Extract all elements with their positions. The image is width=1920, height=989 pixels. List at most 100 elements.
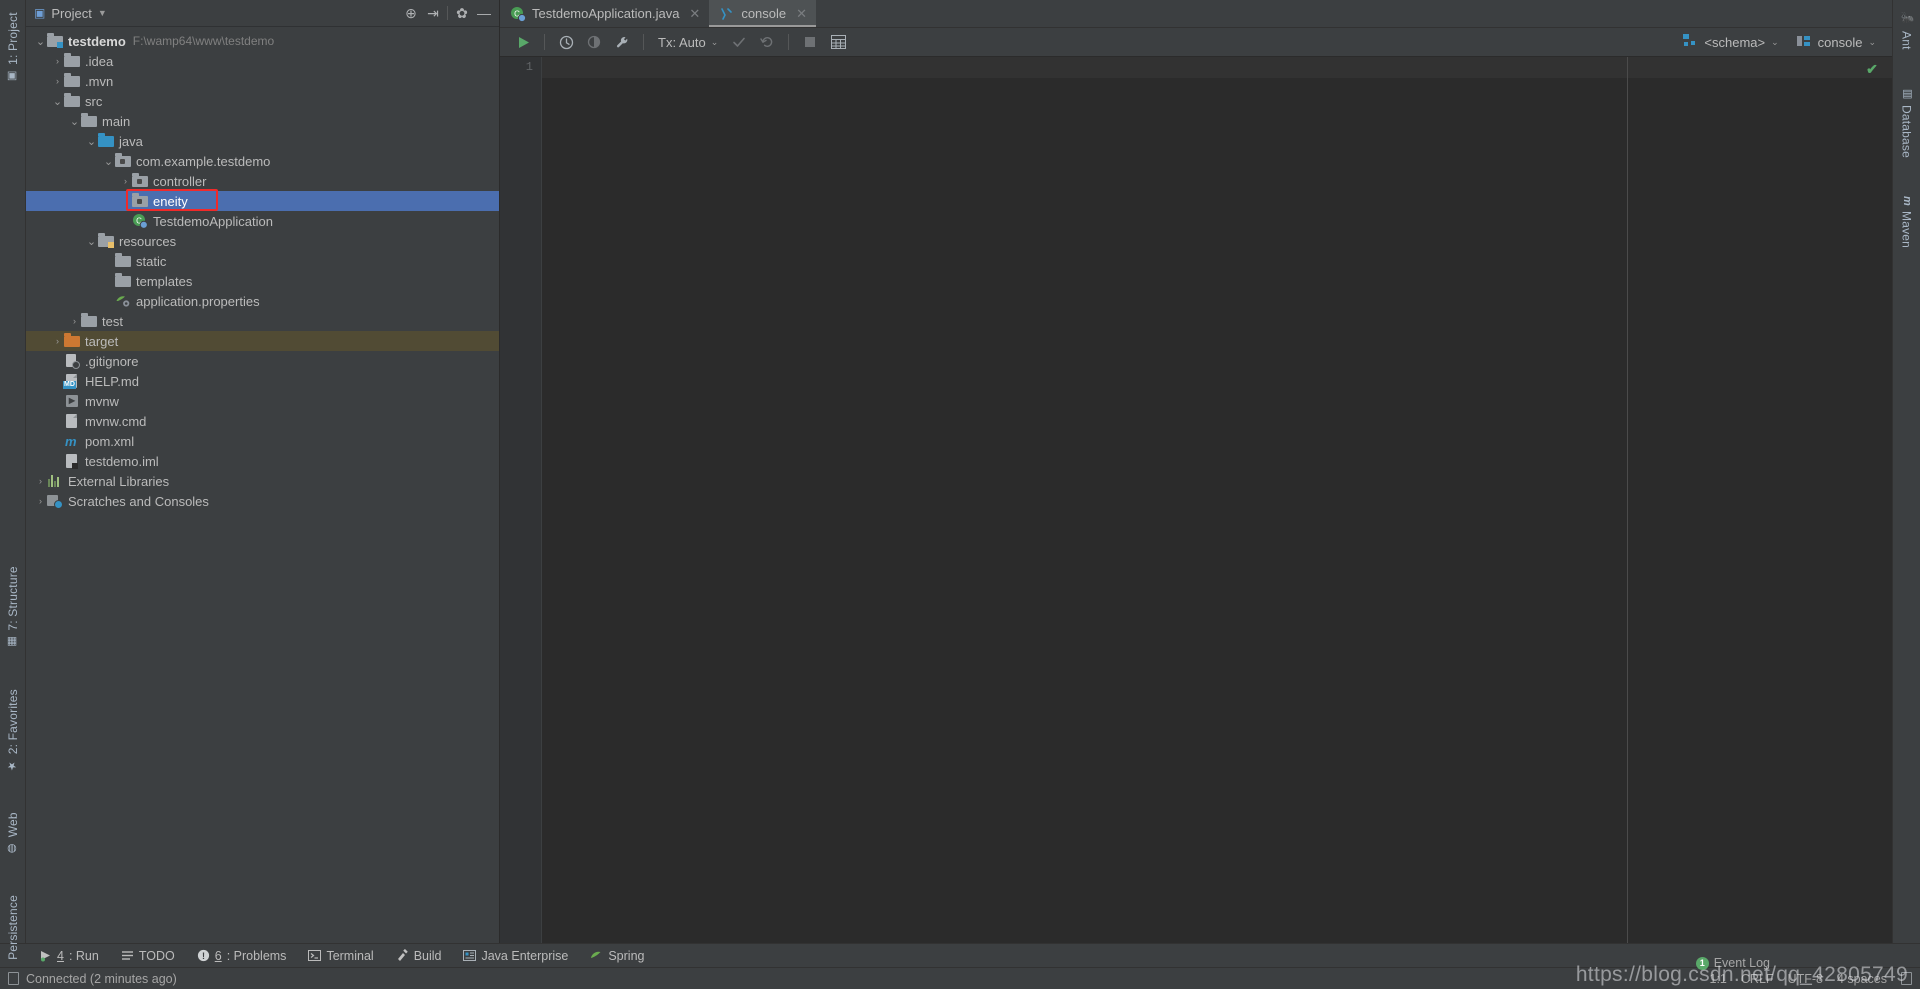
project-tool-window: ▣ Project ▼ ⊕ ⇥ ✿ — ⌄ testdemo F:\wamp64\w… [26,0,500,943]
tree-node-mvn[interactable]: › .mvn [26,71,499,91]
encoding[interactable]: UTF-8 [1788,972,1823,986]
tool-window-button-terminal[interactable]: Terminal [297,945,384,967]
sidebar-item-ant[interactable]: 🐜 Ant [1900,6,1914,55]
tree-node-mvnw[interactable]: ▶ mvnw [26,391,499,411]
sidebar-item-structure[interactable]: ▦ 7: Structure [6,560,20,655]
chevron-down-icon[interactable]: ⌄ [102,155,115,168]
sidebar-label-web: Web [6,811,20,837]
tree-node-test[interactable]: › test [26,311,499,331]
tree-node-label: testdemo [68,33,126,49]
tool-window-button-todo[interactable]: TODO [110,945,186,967]
stop-button[interactable] [797,30,823,54]
tree-node--gitignore[interactable]: .gitignore [26,351,499,371]
tab-console[interactable]: console ✕ [709,0,817,27]
folder-icon [64,93,80,109]
tree-node-src[interactable]: ⌄ src [26,91,499,111]
tree-node-external-libraries[interactable]: › External Libraries [26,471,499,491]
transaction-mode-dropdown[interactable]: Tx: Auto ⌄ [652,35,724,50]
hide-icon[interactable]: — [473,3,495,24]
chevron-down-icon[interactable]: ⌄ [85,235,98,248]
tree-node-eneity[interactable]: eneity [26,191,499,211]
history-icon[interactable] [553,30,579,54]
chevron-right-icon[interactable]: › [51,76,64,86]
project-panel-title[interactable]: ▣ Project ▼ [34,6,107,21]
tree-node-templates[interactable]: templates [26,271,499,291]
close-icon[interactable]: ✕ [796,6,807,22]
tree-node-static[interactable]: static [26,251,499,271]
chevron-right-icon[interactable]: › [34,476,47,486]
chevron-right-icon[interactable]: › [34,496,47,506]
tree-node-target[interactable]: › target [26,331,499,351]
tree-node-java[interactable]: ⌄ java [26,131,499,151]
sidebar-label-favorites: 2: Favorites [6,688,20,754]
collapse-all-icon[interactable]: ⇥ [422,3,444,24]
editor-area: C TestdemoApplication.java ✕ console ✕ T… [500,0,1892,943]
tree-node-mvnw-cmd[interactable]: mvnw.cmd [26,411,499,431]
console-selector[interactable]: console ⌄ [1789,35,1884,50]
indent-setting[interactable]: 4 spaces [1837,972,1887,986]
external-libraries-icon [47,473,63,489]
execute-button[interactable] [510,30,536,54]
tool-window-button-java-enterprise[interactable]: Java Enterprise [452,945,579,967]
tree-node-scratches-and-consoles[interactable]: › Scratches and Consoles [26,491,499,511]
lock-icon[interactable] [1901,972,1912,985]
close-icon[interactable]: ✕ [689,6,700,22]
caret-position[interactable]: 1:1 [1710,972,1727,986]
tab-testdemoapplication-java[interactable]: C TestdemoApplication.java ✕ [500,0,709,27]
chevron-down-icon[interactable]: ⌄ [68,115,81,128]
tree-node-pom-xml[interactable]: m pom.xml [26,431,499,451]
tree-node-application-properties[interactable]: application.properties [26,291,499,311]
chevron-down-icon[interactable]: ⌄ [85,135,98,148]
locate-icon[interactable]: ⊕ [400,3,422,24]
statistics-icon[interactable] [581,30,607,54]
sidebar-item-favorites[interactable]: ★ 2: Favorites [6,683,20,778]
chevron-down-icon[interactable]: ▼ [98,8,107,18]
toolbar-divider [788,34,790,50]
chevron-right-icon[interactable]: › [51,56,64,66]
database-icon: ▤ [1901,87,1913,101]
chevron-down-icon[interactable]: ⌄ [51,95,64,108]
gear-icon[interactable]: ✿ [451,3,473,24]
tool-window-button-6-problems[interactable]: ! 6: Problems [186,945,298,967]
sidebar-item-persistence[interactable]: Persistence [6,889,20,966]
tree-node-testdemoapplication[interactable]: C TestdemoApplication [26,211,499,231]
tree-node-testdemo-iml[interactable]: testdemo.iml [26,451,499,471]
chevron-right-icon[interactable]: › [51,336,64,346]
star-icon: ★ [6,758,19,772]
code-area[interactable]: ✔ [542,57,1892,943]
tree-node-label: External Libraries [68,473,170,489]
chevron-down-icon[interactable]: ⌄ [34,35,47,48]
event-log-button[interactable]: 1 Event Log [1695,956,1770,970]
tree-node-com-example-testdemo[interactable]: ⌄ com.example.testdemo [26,151,499,171]
tool-window-button-4-run[interactable]: 4: Run [28,945,110,967]
schema-selector[interactable]: <schema> ⌄ [1675,34,1786,50]
tree-node-help-md[interactable]: MD HELP.md [26,371,499,391]
table-view-icon[interactable] [825,30,851,54]
chevron-right-icon[interactable]: › [119,176,132,186]
sidebar-item-database[interactable]: ▤ Database [1900,81,1914,164]
project-tree[interactable]: ⌄ testdemo F:\wamp64\www\testdemo › .idea › .m… [26,27,499,943]
tool-window-mnemonic: 4 [57,948,64,963]
rollback-button[interactable] [754,30,780,54]
toolbar-divider [447,6,448,20]
sidebar-item-project[interactable]: ▣ 1: Project [6,6,20,89]
tool-window-button-spring[interactable]: Spring [579,945,655,967]
line-separator[interactable]: CRLF [1741,972,1774,986]
tree-node-label: com.example.testdemo [136,153,271,169]
terminal-icon [308,949,322,962]
wrench-icon[interactable] [609,30,635,54]
inspection-status-icon[interactable]: ✔ [1862,60,1882,78]
console-editor-body[interactable]: 1 ✔ [500,57,1892,943]
commit-button[interactable] [726,30,752,54]
tree-node-idea[interactable]: › .idea [26,51,499,71]
tree-node-resources[interactable]: ⌄ resources [26,231,499,251]
tree-node-main[interactable]: ⌄ main [26,111,499,131]
toolbar-divider [643,34,644,50]
folder-icon [64,73,80,89]
sidebar-item-web[interactable]: ◍ Web [6,806,20,861]
tree-node-controller[interactable]: › controller [26,171,499,191]
tree-node-testdemo[interactable]: ⌄ testdemo F:\wamp64\www\testdemo [26,31,499,51]
sidebar-item-maven[interactable]: m Maven [1900,190,1914,254]
tool-window-button-build[interactable]: Build [385,945,453,967]
chevron-right-icon[interactable]: › [68,316,81,326]
